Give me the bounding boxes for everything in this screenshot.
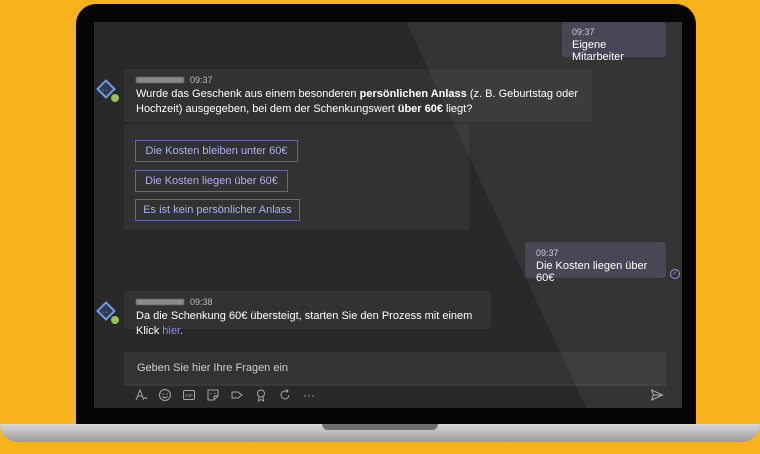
more-icon[interactable]: ···	[302, 388, 316, 402]
message-time: 09:37	[190, 75, 213, 85]
compose-box[interactable]	[124, 352, 666, 386]
outgoing-message: 09:37 Die Kosten liegen über 60€	[525, 242, 666, 284]
bot-avatar[interactable]: ··	[96, 301, 120, 325]
message-time: 09:37	[572, 27, 595, 37]
praise-icon[interactable]	[254, 388, 268, 402]
text-part: liegt?	[442, 103, 473, 115]
loop-icon[interactable]	[278, 388, 292, 402]
available-status-icon	[110, 93, 120, 103]
send-icon[interactable]	[650, 388, 664, 407]
message-time: 09:37	[536, 248, 559, 258]
outgoing-message: 09:37 Eigene Mitarbeiter	[562, 22, 666, 63]
message-text: Wurde das Geschenk aus einem besonderen …	[136, 87, 580, 117]
message-time: 09:38	[190, 297, 213, 307]
text-bold: über 60€	[397, 103, 443, 115]
bot-message: 09:38 Da die Schenkung 60€ übersteigt, s…	[124, 291, 491, 337]
sender-line: 09:37	[136, 75, 580, 85]
format-icon[interactable]	[134, 388, 148, 402]
sender-name-redacted	[136, 77, 184, 83]
message-text: Da die Schenkung 60€ übersteigt, starten…	[136, 309, 479, 339]
emoji-icon[interactable]	[158, 388, 172, 402]
text-part: .	[180, 325, 184, 337]
text-part: Wurde das Geschenk aus einem besonderen	[136, 88, 360, 100]
chat-dots-icon: ··	[102, 309, 109, 316]
gif-icon[interactable]: GIF	[182, 388, 196, 402]
read-receipt-icon: ✓	[670, 269, 680, 279]
message-text: Die Kosten liegen über 60€	[536, 260, 648, 284]
sender-line: 09:38	[136, 297, 479, 307]
chat-window: 09:37 Eigene Mitarbeiter ·· 09:37 Wurde …	[94, 22, 682, 408]
laptop-base-notch	[322, 424, 438, 430]
process-link[interactable]: hier	[162, 325, 180, 337]
text-part: Da die Schenkung 60€ übersteigt, starten…	[136, 310, 473, 337]
chat-dots-icon: ··	[102, 87, 109, 94]
bot-message: 09:37 Wurde das Geschenk aus einem beson…	[124, 69, 592, 122]
option-over-60-button[interactable]: Die Kosten liegen über 60€	[135, 170, 288, 192]
message-text: Eigene Mitarbeiter	[572, 39, 624, 63]
option-under-60-button[interactable]: Die Kosten bleiben unter 60€	[135, 140, 298, 162]
meet-icon[interactable]	[230, 388, 244, 402]
text-bold: persönlichen Anlass	[359, 88, 467, 100]
adaptive-card: Die Kosten bleiben unter 60€ Die Kosten …	[124, 124, 469, 230]
message-input[interactable]	[135, 361, 639, 375]
option-no-occasion-button[interactable]: Es ist kein persönlicher Anlass	[135, 199, 300, 221]
compose-toolbar: GIF ···	[134, 388, 316, 402]
svg-text:GIF: GIF	[185, 393, 193, 398]
sender-name-redacted	[136, 299, 184, 305]
bot-avatar[interactable]: ··	[96, 79, 120, 103]
available-status-icon	[110, 315, 120, 325]
sticker-icon[interactable]	[206, 388, 220, 402]
